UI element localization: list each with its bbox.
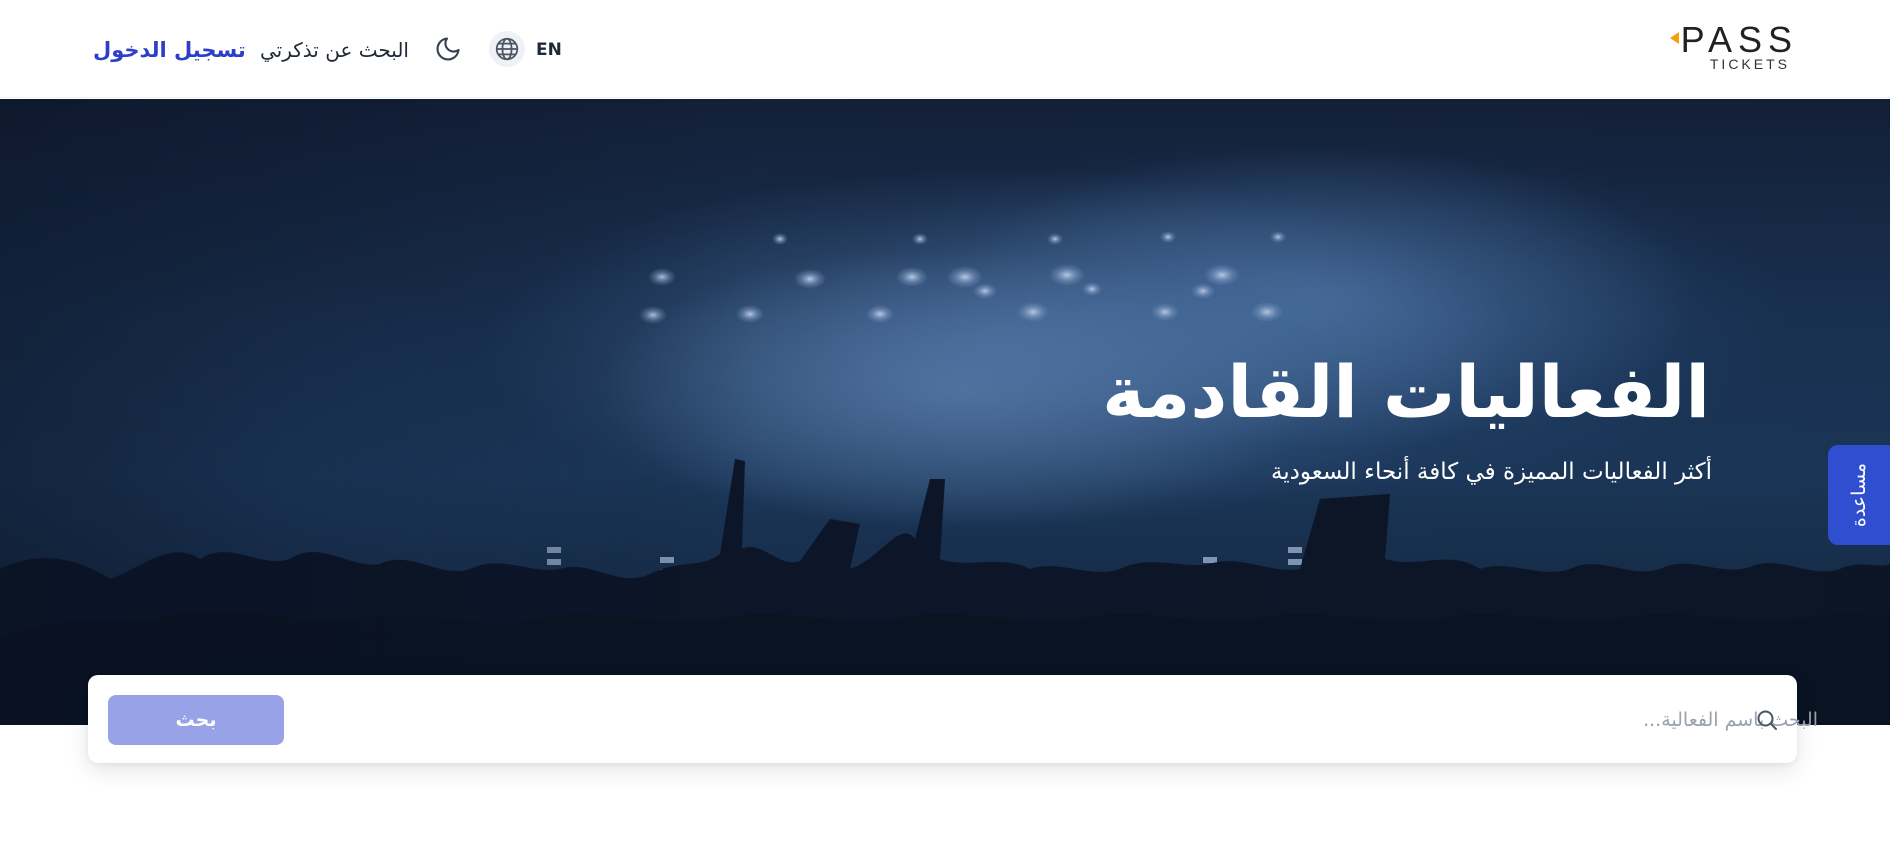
login-link[interactable]: تسجيل الدخول (93, 36, 246, 64)
logo-accent-mark (1670, 32, 1679, 44)
logo-subtext: TICKETS (1709, 56, 1790, 72)
hero-title: الفعاليات القادمة (1102, 350, 1710, 434)
pass-tickets-logo[interactable]: PASS TICKETS (1660, 19, 1798, 76)
event-search-input[interactable] (318, 695, 1828, 745)
globe-icon (495, 37, 519, 61)
help-side-tab[interactable]: مساعدة (1828, 445, 1890, 545)
hero-subtitle: أكثر الفعاليات المميزة في كافة أنحاء الس… (1270, 459, 1712, 485)
moon-icon (436, 37, 460, 61)
language-label[interactable]: EN (536, 38, 562, 62)
help-tab-label: مساعدة (1848, 462, 1870, 528)
top-navbar: تسجيل الدخول البحث عن تذكرتي EN PASS TIC… (0, 0, 1890, 98)
hero-banner: الفعاليات القادمة أكثر الفعاليات المميزة… (0, 99, 1890, 725)
find-my-ticket-link[interactable]: البحث عن تذكرتي (260, 36, 409, 64)
search-button[interactable]: بحث (108, 695, 284, 745)
language-switch-button[interactable] (489, 31, 525, 67)
logo-wordmark: PASS (1680, 19, 1798, 60)
event-search-bar: بحث (88, 675, 1828, 763)
search-icon (1753, 706, 1781, 734)
dark-mode-toggle[interactable] (432, 33, 464, 65)
